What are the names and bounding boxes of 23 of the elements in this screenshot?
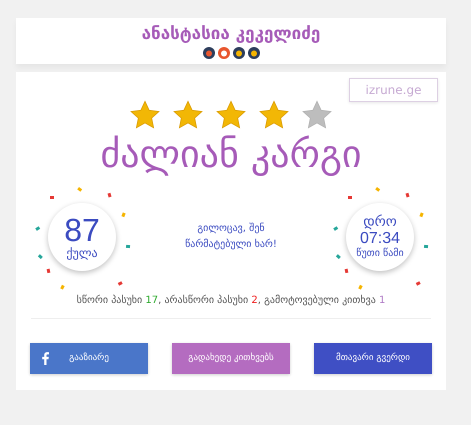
user-name: ანასტასია კეკელიძე — [142, 24, 320, 44]
time-value: 07:34 — [360, 230, 400, 248]
answer-summary: სწორი პასუხი 17, არასწორი პასუხი 2, გამოტოვებული კითხვა 1 — [76, 294, 386, 308]
medal-icon — [218, 47, 230, 59]
congrats-message: გილოცავ, შენ წარმატებული ხარ! — [184, 222, 278, 252]
star-icon — [129, 100, 161, 130]
rating-title: ძალიან კარგი — [100, 132, 362, 176]
score-value: 87 — [64, 214, 100, 246]
time-label: დრო — [363, 214, 397, 230]
score-label: ქულა — [66, 246, 98, 260]
medal-icon — [248, 47, 260, 59]
time-units: წუთი წამი — [356, 248, 404, 260]
star-icon — [215, 100, 247, 130]
star-icon — [258, 100, 290, 130]
nav-button[interactable]: მთავარი გვერდი — [314, 343, 432, 374]
medal-icon — [232, 47, 244, 59]
medal-icon — [202, 47, 214, 59]
nav-button[interactable]: გადახედე კითხვებს — [172, 343, 290, 374]
facebook-icon — [42, 352, 49, 365]
star-icon — [301, 100, 333, 130]
share-button[interactable]: გააზიარე — [30, 343, 148, 374]
site-logo: izrune.ge — [349, 78, 438, 102]
star-icon — [172, 100, 204, 130]
